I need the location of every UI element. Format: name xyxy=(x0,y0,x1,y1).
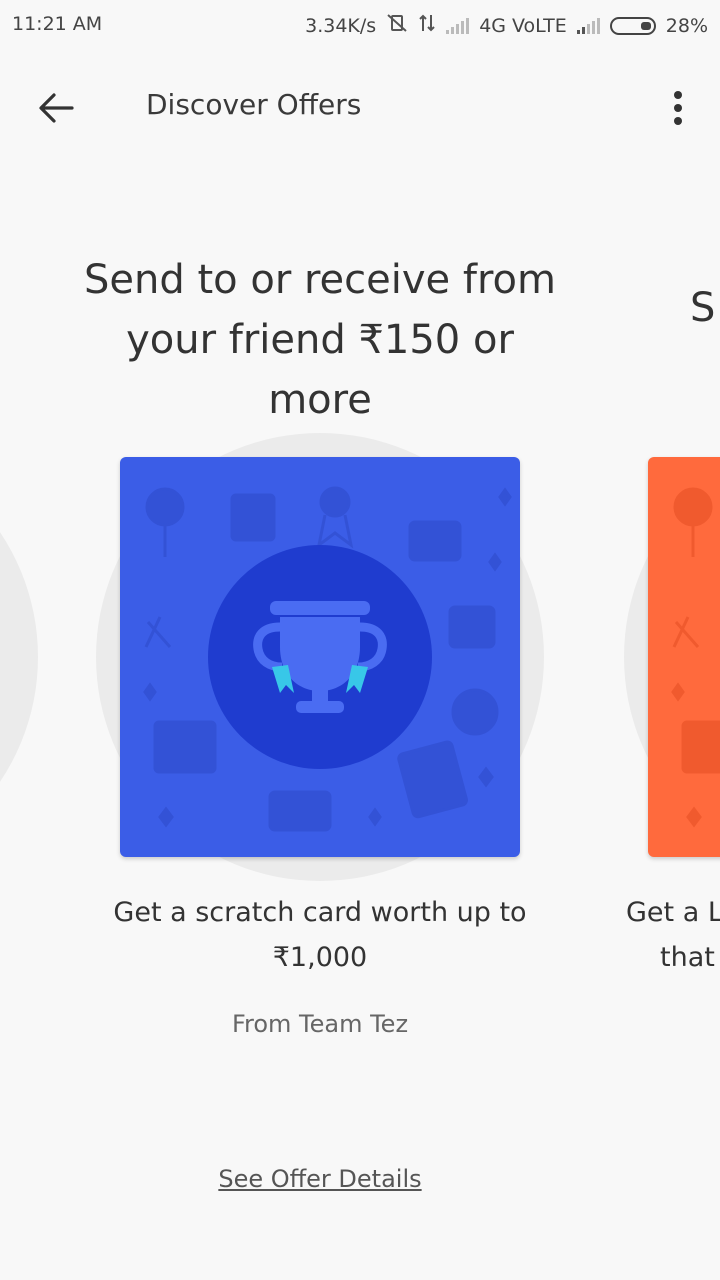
next-offer-desc-line2: that xyxy=(660,942,715,973)
next-offer-desc-line1: Get a L xyxy=(626,897,720,928)
signal-icon-2 xyxy=(576,17,600,34)
offer-description: Get a scratch card worth up to ₹1,000 xyxy=(113,897,527,973)
overflow-menu-button[interactable] xyxy=(658,82,698,134)
next-offer-title: S xyxy=(690,285,716,331)
offers-carousel[interactable]: Send to or receive from your friend ₹150… xyxy=(0,160,720,1240)
doodle-pattern-next xyxy=(671,487,720,828)
offer-card[interactable] xyxy=(120,457,520,857)
next-offer-description: Get a L that xyxy=(626,890,720,980)
status-bar: 11:21 AM 3.34K/s 4G VoLTE 28% xyxy=(0,0,720,50)
app-bar: Discover Offers xyxy=(0,60,720,150)
arrow-back-icon xyxy=(39,93,74,123)
next-offer-card[interactable] xyxy=(648,457,720,857)
signal-icon xyxy=(446,17,470,34)
trophy-icon xyxy=(253,601,387,713)
network-type: 4G VoLTE xyxy=(479,14,567,37)
offer-source: From Team Tez xyxy=(231,1010,409,1038)
trophy-badge xyxy=(208,545,432,769)
offer-title: Send to or receive from your friend ₹150… xyxy=(84,257,556,423)
data-arrows-icon xyxy=(418,13,436,38)
page-title: Discover Offers xyxy=(146,88,362,121)
battery-icon xyxy=(609,16,656,35)
see-offer-details-link[interactable]: See Offer Details xyxy=(70,1165,570,1193)
vibrate-off-icon xyxy=(386,13,408,38)
previous-offer-peek[interactable] xyxy=(0,433,38,881)
battery-level: 28% xyxy=(665,14,708,37)
status-time: 11:21 AM xyxy=(12,13,103,35)
more-vert-icon xyxy=(674,91,682,125)
status-icons: 3.34K/s 4G VoLTE 28% xyxy=(305,13,708,38)
back-button[interactable] xyxy=(30,82,82,134)
network-speed: 3.34K/s xyxy=(305,14,377,37)
